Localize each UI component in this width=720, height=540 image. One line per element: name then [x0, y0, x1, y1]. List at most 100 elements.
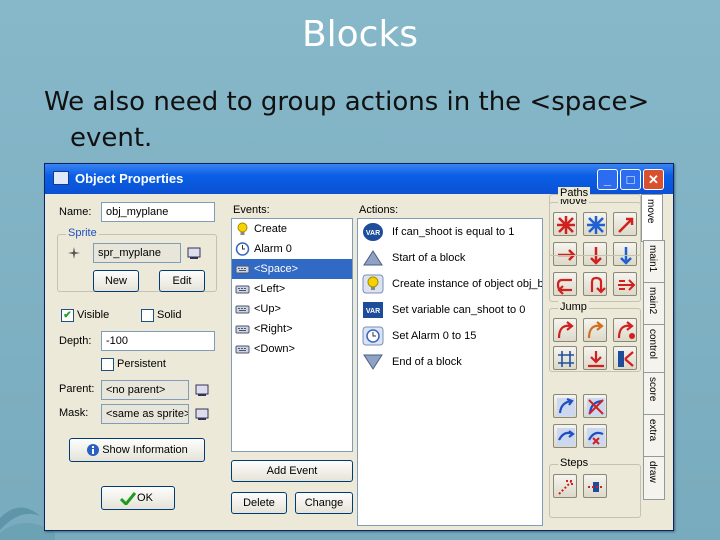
clock-icon — [235, 242, 250, 256]
tab-extra[interactable]: extra — [643, 414, 665, 458]
action-item[interactable]: VAR Set variable can_shoot to 0 — [358, 297, 542, 323]
sprite-menu-icon[interactable] — [187, 246, 201, 260]
set-friction-button[interactable] — [613, 272, 637, 296]
action-item[interactable]: End of a block — [358, 349, 542, 375]
action-palette: Move Jump Paths Steps — [545, 187, 643, 526]
clock-icon — [362, 326, 384, 346]
jump-to-random-button[interactable] — [613, 318, 637, 342]
visible-checkbox[interactable]: ✔ — [61, 309, 74, 322]
actions-header: Actions: — [359, 204, 399, 216]
slide-body-line1: We also need to group actions in the <sp… — [44, 87, 650, 117]
parent-label: Parent: — [59, 383, 95, 395]
show-information-button[interactable]: Show Information — [69, 438, 205, 462]
action-item[interactable]: Start of a block — [358, 245, 542, 271]
keyboard-icon — [235, 325, 250, 334]
tab-control[interactable]: control — [643, 324, 665, 374]
step-towards-button[interactable] — [553, 474, 577, 498]
persistent-label: Persistent — [117, 358, 166, 370]
tab-draw[interactable]: draw — [643, 456, 665, 500]
window-app-icon — [53, 171, 69, 185]
show-information-label: Show Information — [102, 444, 188, 456]
paths-group-label: Paths — [558, 187, 591, 199]
maximize-button[interactable]: □ — [620, 169, 641, 190]
events-list[interactable]: Create Alarm 0 <Space> <Left> <Up> <Righ… — [231, 218, 353, 452]
action-item[interactable]: Create instance of object obj_b — [358, 271, 542, 297]
close-button[interactable]: ✕ — [643, 169, 664, 190]
object-properties-window: Object Properties _ □ ✕ Name: obj_myplan… — [44, 163, 674, 531]
edit-sprite-button[interactable]: Edit — [159, 270, 205, 292]
delete-event-button[interactable]: Delete — [231, 492, 287, 514]
tab-score[interactable]: score — [643, 372, 665, 416]
wrap-screen-button[interactable] — [583, 346, 607, 370]
keyboard-icon — [235, 345, 250, 354]
parent-field[interactable]: <no parent> — [101, 380, 189, 400]
reverse-horizontal-button[interactable] — [553, 272, 577, 296]
minimize-button[interactable]: _ — [597, 169, 618, 190]
step-avoiding-button[interactable] — [583, 474, 607, 498]
action-item[interactable]: Set Alarm 0 to 15 — [358, 323, 542, 349]
sprite-group-label: Sprite — [66, 227, 99, 239]
move-to-contact-button[interactable] — [613, 346, 637, 370]
svg-text:VAR: VAR — [366, 308, 380, 315]
info-icon — [87, 444, 99, 456]
ok-button[interactable]: OK — [101, 486, 175, 510]
parent-menu-icon[interactable] — [195, 383, 209, 397]
mask-field[interactable]: <same as sprite> — [101, 404, 189, 424]
var-test-icon: VAR — [363, 223, 383, 241]
ok-label: OK — [137, 492, 153, 504]
keyboard-icon — [235, 305, 250, 314]
action-tabs: move main1 main2 control score extra dra… — [641, 194, 665, 526]
jump-group-label: Jump — [558, 301, 589, 313]
mask-menu-icon[interactable] — [195, 407, 209, 421]
path-position-button[interactable] — [553, 424, 577, 448]
svg-text:VAR: VAR — [366, 230, 380, 237]
triangle-down-icon — [363, 354, 383, 370]
bulb-icon — [362, 274, 384, 294]
event-item-selected[interactable]: <Space> — [232, 259, 352, 279]
set-path-button[interactable] — [553, 394, 577, 418]
event-item[interactable]: <Left> — [232, 279, 352, 299]
event-item[interactable]: <Up> — [232, 299, 352, 319]
sprite-field[interactable]: spr_myplane — [93, 243, 181, 263]
tab-move[interactable]: move — [641, 194, 663, 242]
event-item[interactable]: Create — [232, 219, 352, 239]
solid-label: Solid — [157, 309, 182, 321]
checkmark-icon — [120, 492, 136, 505]
keyboard-icon — [235, 285, 250, 294]
event-item[interactable]: <Right> — [232, 319, 352, 339]
jump-to-position-button[interactable] — [553, 318, 577, 342]
steps-group-label: Steps — [558, 457, 591, 469]
events-header: Events: — [233, 204, 270, 216]
bulb-icon — [237, 222, 248, 235]
jump-to-start-button[interactable] — [583, 318, 607, 342]
paths-group: Paths — [549, 187, 641, 256]
event-item[interactable]: Alarm 0 — [232, 239, 352, 259]
window-title: Object Properties — [75, 171, 184, 186]
end-path-button[interactable] — [583, 394, 607, 418]
plane-icon — [68, 247, 80, 259]
change-event-button[interactable]: Change — [295, 492, 353, 514]
action-item[interactable]: VAR If can_shoot is equal to 1 — [358, 219, 542, 245]
tab-main1[interactable]: main1 — [643, 240, 665, 284]
event-item[interactable]: <Down> — [232, 339, 352, 359]
actions-list[interactable]: VAR If can_shoot is equal to 1 Start of … — [357, 218, 543, 526]
name-label: Name: — [59, 206, 92, 218]
new-sprite-button[interactable]: New — [93, 270, 139, 292]
slide-title: Blocks — [301, 14, 419, 55]
solid-checkbox[interactable] — [141, 309, 154, 322]
add-event-button[interactable]: Add Event — [231, 460, 353, 482]
triangle-up-icon — [363, 250, 383, 266]
persistent-checkbox[interactable] — [101, 358, 114, 371]
keyboard-icon — [235, 265, 250, 274]
slide-body: We also need to group actions in the <sp… — [44, 84, 684, 156]
name-field[interactable]: obj_myplane — [101, 202, 215, 222]
depth-field[interactable]: -100 — [101, 331, 215, 351]
visible-label: Visible — [77, 309, 110, 321]
depth-label: Depth: — [59, 335, 92, 347]
path-speed-button[interactable] — [583, 424, 607, 448]
align-to-grid-button[interactable] — [553, 346, 577, 370]
var-set-icon: VAR — [363, 302, 383, 318]
reverse-vertical-button[interactable] — [583, 272, 607, 296]
tab-main2[interactable]: main2 — [643, 282, 665, 326]
slide-body-line2: event. — [70, 123, 153, 153]
